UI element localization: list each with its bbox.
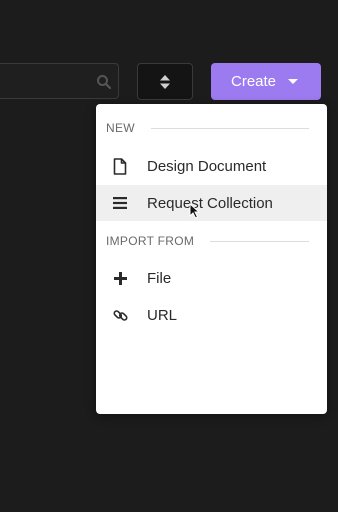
menu-item-label: URL: [147, 306, 178, 324]
menu-item-label: Design Document: [147, 157, 267, 175]
section-header-label: IMPORT FROM: [106, 234, 195, 248]
menu-item-label: Request Collection: [147, 194, 273, 212]
divider: [210, 240, 309, 242]
create-button[interactable]: Create: [211, 63, 321, 100]
section-header-import-from: IMPORT FROM: [106, 234, 309, 248]
mouse-cursor-icon: [189, 203, 201, 219]
plus-icon: [111, 269, 129, 287]
link-icon: [111, 306, 129, 324]
menu-item-request-collection[interactable]: Request Collection: [96, 185, 327, 221]
search-field[interactable]: [0, 63, 119, 100]
caret-down-icon: [288, 79, 298, 84]
list-icon: [111, 194, 129, 212]
app-stage: Create NEW Design Document Request Colle…: [0, 0, 338, 512]
menu-item-file[interactable]: File: [96, 260, 327, 296]
sort-button[interactable]: [137, 63, 193, 100]
search-input[interactable]: [3, 64, 97, 100]
create-dropdown-menu: NEW Design Document Request Collection I…: [96, 104, 327, 414]
menu-item-design-document[interactable]: Design Document: [96, 148, 327, 184]
section-header-new: NEW: [106, 121, 309, 135]
search-icon[interactable]: [96, 74, 112, 90]
sort-icon: [160, 74, 170, 89]
menu-item-label: File: [147, 269, 172, 287]
document-icon: [111, 157, 129, 175]
section-header-label: NEW: [106, 121, 135, 135]
menu-item-url[interactable]: URL: [96, 297, 327, 333]
divider: [150, 127, 309, 129]
create-button-label: Create: [231, 73, 277, 90]
